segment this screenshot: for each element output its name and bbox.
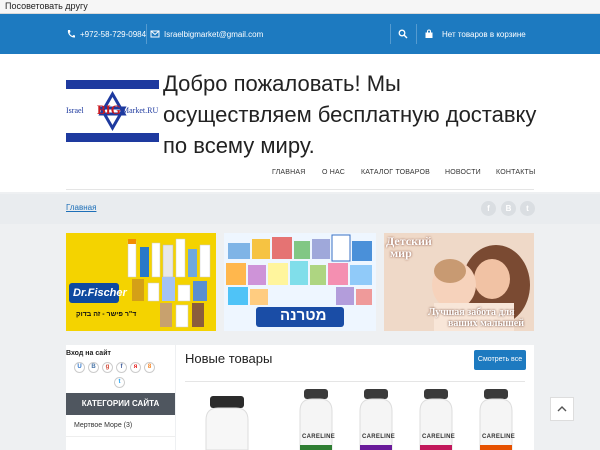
nav-home[interactable]: ГЛАВНАЯ — [272, 169, 306, 176]
bar-separator — [390, 24, 391, 44]
mail-icon — [150, 29, 160, 39]
phone-icon — [66, 29, 76, 39]
logo-text-right: Market.RU — [122, 106, 159, 115]
cart-label[interactable]: Нет товаров в корзине — [442, 30, 526, 39]
banner-materna[interactable]: מטרנה — [224, 233, 376, 331]
dr-fischer-tagline: ד"ר פישר - זה בדוק — [76, 311, 137, 318]
product-brand-label: CARELINE — [302, 434, 336, 440]
new-products-title: Новые товары — [185, 351, 273, 366]
section-divider — [185, 381, 525, 382]
site-header: Israel BIG Market.RU Добро пожаловать! М… — [0, 54, 600, 192]
nav-divider — [66, 189, 534, 190]
categories-header: КАТЕГОРИИ САЙТА — [66, 393, 175, 415]
vk-share-icon[interactable]: В — [501, 201, 516, 216]
new-products-section: Новые товары Смотреть все CARELINE CAREL… — [176, 345, 534, 450]
product-bottle-3[interactable]: CARELINE — [354, 387, 398, 450]
odnoklassniki-login-icon[interactable]: 8 — [144, 362, 155, 373]
chevron-up-icon[interactable] — [557, 405, 567, 413]
topbar: Посоветовать другу — [0, 0, 600, 14]
scroll-to-top-button[interactable] — [550, 397, 574, 421]
category-item[interactable]: Мертвое Море (3) — [66, 415, 175, 437]
bar-separator — [146, 24, 147, 44]
sidebar: Вход на сайт U В g f я 8 t КАТЕГОРИИ САЙ… — [66, 345, 175, 450]
phone-number[interactable]: +972-58-729-0984 — [80, 30, 146, 39]
cart-bag-icon — [424, 29, 434, 39]
contact-bar: +972-58-729-0984 Israelbigmarket@gmail.c… — [0, 14, 600, 54]
product-bottle-5[interactable]: CARELINE — [474, 387, 518, 450]
facebook-share-icon[interactable]: f — [481, 201, 496, 216]
vk-login-icon[interactable]: В — [88, 362, 99, 373]
logo-text-left: Israel — [66, 106, 84, 115]
banner-dr-fischer[interactable]: Dr.Fischer ד"ר פישר - זה בדוק — [66, 233, 216, 331]
kids-world-tagline-line2: ваших малышей — [448, 318, 524, 329]
logo-text-big: BIG — [97, 102, 121, 117]
product-bottle-2[interactable]: CARELINE — [294, 387, 338, 450]
kids-world-title-line2: мир — [390, 246, 412, 260]
product-brand-label: CARELINE — [422, 434, 456, 440]
materna-logo-text: מטרנה — [280, 307, 327, 324]
nav-about[interactable]: О НАС — [322, 169, 345, 176]
dr-fischer-logo-text: Dr.Fischer — [73, 287, 127, 299]
google-login-icon[interactable]: g — [102, 362, 113, 373]
product-bottle-4[interactable]: CARELINE — [414, 387, 458, 450]
breadcrumb-home[interactable]: Главная — [66, 203, 96, 212]
yandex-login-icon[interactable]: я — [130, 362, 141, 373]
recommend-link[interactable]: Посоветовать другу — [5, 1, 88, 11]
nav-news[interactable]: НОВОСТИ — [445, 169, 481, 176]
bar-separator — [416, 24, 417, 44]
kids-world-tagline-line1: Лучшая забота для — [428, 307, 515, 318]
email-address[interactable]: Israelbigmarket@gmail.com — [164, 30, 263, 39]
view-all-button[interactable]: Смотреть все — [474, 350, 526, 370]
twitter-login-icon[interactable]: t — [114, 377, 125, 388]
search-button[interactable] — [398, 14, 412, 54]
product-brand-label: CARELINE — [482, 434, 516, 440]
cart-button[interactable]: Нет товаров в корзине — [424, 14, 526, 54]
ucoz-login-icon[interactable]: U — [74, 362, 85, 373]
breadcrumb-bar: Главная f В t — [0, 194, 600, 224]
search-icon[interactable] — [398, 29, 408, 39]
banner-kids-world[interactable]: Детский мир Лучшая забота для ваших малы… — [384, 233, 534, 331]
nav-contacts[interactable]: КОНТАКТЫ — [496, 169, 535, 176]
phone-item: +972-58-729-0984 — [66, 14, 146, 54]
email-item: Israelbigmarket@gmail.com — [150, 14, 263, 54]
site-logo[interactable]: Israel BIG Market.RU — [66, 80, 159, 142]
product-brand-label: CARELINE — [362, 434, 396, 440]
login-title: Вход на сайт — [66, 350, 111, 357]
nav-catalog[interactable]: КАТАЛОГ ТОВАРОВ — [361, 169, 430, 176]
welcome-text: Добро пожаловать! Мы осуществляем беспла… — [163, 71, 537, 158]
facebook-login-icon[interactable]: f — [116, 362, 127, 373]
twitter-share-icon[interactable]: t — [520, 201, 535, 216]
product-bottle-1[interactable] — [192, 390, 262, 450]
